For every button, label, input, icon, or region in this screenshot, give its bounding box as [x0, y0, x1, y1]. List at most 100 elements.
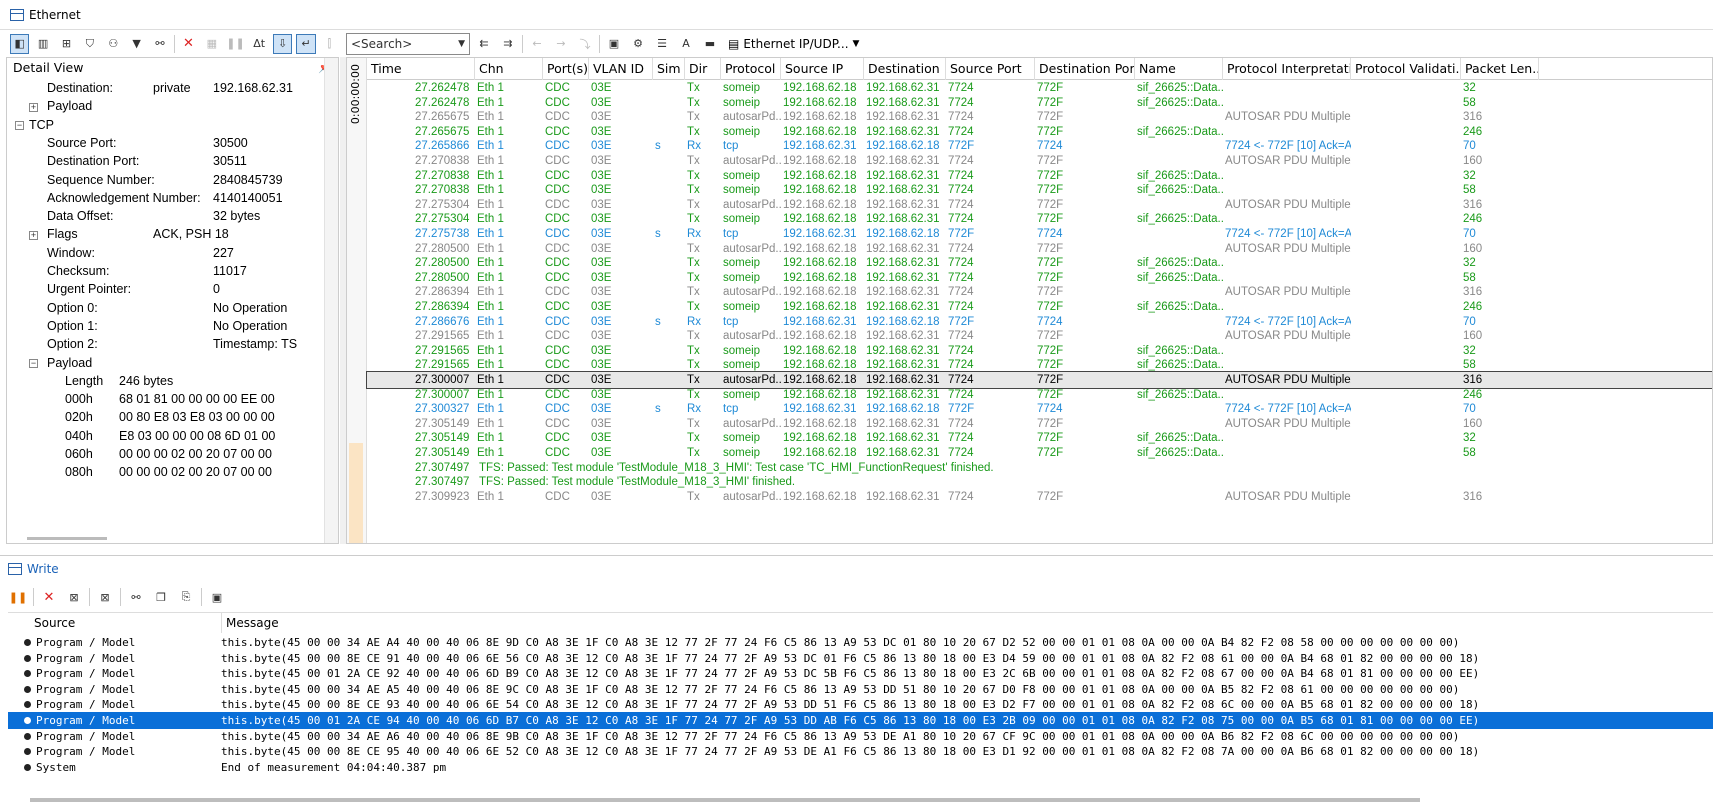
trace-row[interactable]: 27.270838 Eth 1 CDC 03E Tx autosarPd... 192.16…: [367, 153, 1712, 169]
trace-row[interactable]: + 27.270838Eth 1CDC03ETxsomeip192.168.62…: [367, 182, 1712, 198]
chevron-down-icon[interactable]: ▼: [853, 39, 860, 49]
trace-row[interactable]: + 27.262478Eth 1CDC03ETxsomeip192.168.62…: [367, 95, 1712, 111]
column-source[interactable]: Source: [30, 613, 222, 633]
trace-row[interactable]: + 27.300327Eth 1CDC03EsRxtcp192.168.62.3…: [367, 401, 1712, 417]
detail-view-icon[interactable]: ◧: [10, 33, 30, 54]
write-row[interactable]: Program / Model this.byte(45 00 00 34 AE…: [8, 681, 1713, 698]
column-header[interactable]: Destination Port: [1035, 58, 1135, 80]
trace-row[interactable]: + 27.270838Eth 1CDC03ETxsomeip192.168.62…: [367, 168, 1712, 184]
write-row[interactable]: Program / Model this.byte(45 00 00 34 AE…: [8, 728, 1713, 745]
delete-icon[interactable]: ✕: [179, 34, 198, 54]
write-row[interactable]: Program / Model this.byte(45 00 00 8E CE…: [8, 743, 1713, 760]
column-header[interactable]: Sim: [653, 58, 685, 80]
jump-icon[interactable]: ⤵: [575, 34, 595, 54]
copy-icon[interactable]: ❐: [151, 587, 171, 607]
filter-icon[interactable]: ▼: [127, 34, 146, 54]
delete-icon[interactable]: ✕: [39, 587, 59, 607]
trace-row[interactable]: + 27.305149Eth 1CDC03ETxsomeip192.168.62…: [367, 430, 1712, 446]
expand-icon[interactable]: +: [29, 102, 38, 112]
trace-row[interactable]: + 27.291565Eth 1CDC03ETxsomeip192.168.62…: [367, 357, 1712, 373]
trace-row[interactable]: 27.305149 Eth 1 CDC 03E Tx autosarPd... 192.16…: [367, 416, 1712, 432]
column-header[interactable]: Protocol: [721, 58, 781, 80]
write-row[interactable]: Program / Model this.byte(45 00 00 34 AE…: [8, 634, 1713, 651]
forward-icon[interactable]: →: [551, 34, 571, 54]
trace-row[interactable]: 27.286394 Eth 1 CDC 03E Tx autosarPd... 192.16…: [367, 284, 1712, 300]
column-header[interactable]: Time: [367, 58, 475, 80]
write-row[interactable]: Program / Model this.byte(45 00 00 8E CE…: [8, 650, 1713, 667]
expand-icon[interactable]: +: [29, 230, 38, 240]
protocol-view-combo[interactable]: ▤ Ethernet IP/UDP... ▼: [724, 37, 863, 51]
status-dot-icon: [24, 732, 31, 740]
write-row[interactable]: Program / Model this.byte(45 00 01 2A CE…: [8, 712, 1713, 729]
column-header[interactable]: Source IP: [781, 58, 864, 80]
write-row[interactable]: Program / Model this.byte(45 00 00 8E CE…: [8, 696, 1713, 713]
config-icon[interactable]: ⚙: [628, 34, 648, 54]
column-header[interactable]: Chn: [475, 58, 543, 80]
chevron-down-icon[interactable]: ▼: [458, 39, 465, 49]
pause-icon[interactable]: ❚❚: [225, 34, 245, 54]
cell-dp: 7724: [1037, 228, 1063, 240]
marker-icon[interactable]: ⫿: [320, 34, 339, 54]
binoculars-icon[interactable]: ⚯: [126, 587, 146, 607]
trace-row[interactable]: + 27.286676Eth 1CDC03EsRxtcp192.168.62.3…: [367, 314, 1712, 330]
trace-row[interactable]: + 27.291565Eth 1CDC03ETxsomeip192.168.62…: [367, 343, 1712, 359]
trace-row[interactable]: 27.265675 Eth 1 CDC 03E Tx autosarPd... 192.16…: [367, 109, 1712, 125]
find-previous-icon[interactable]: ⇇: [474, 34, 494, 54]
expand-icon[interactable]: −: [29, 358, 38, 368]
trace-row[interactable]: + 27.280500Eth 1CDC03ETxsomeip192.168.62…: [367, 270, 1712, 286]
column-header[interactable]: Name: [1135, 58, 1223, 80]
trace-row[interactable]: + 27.265675Eth 1CDC03ETxsomeip192.168.62…: [367, 124, 1712, 140]
grid-icon[interactable]: ▦: [202, 34, 221, 54]
trace-row[interactable]: 27.307497 TFS: Passed: Test module 'TestM…: [367, 474, 1712, 490]
font-icon[interactable]: A: [676, 34, 696, 54]
trace-row[interactable]: + 27.280500Eth 1CDC03ETxsomeip192.168.62…: [367, 255, 1712, 271]
chart-icon[interactable]: ▥: [33, 34, 52, 54]
column-header[interactable]: Protocol Interpretati...: [1223, 58, 1351, 80]
trace-row[interactable]: + 27.305149Eth 1CDC03ETxsomeip192.168.62…: [367, 445, 1712, 461]
trace-row[interactable]: 27.280500 Eth 1 CDC 03E Tx autosarPd... 192.16…: [367, 241, 1712, 257]
column-header[interactable]: Destination ...: [864, 58, 946, 80]
binoculars-icon[interactable]: ⚯: [150, 34, 169, 54]
trace-row[interactable]: + 27.275738Eth 1CDC03EsRxtcp192.168.62.3…: [367, 226, 1712, 242]
clear-all-icon[interactable]: ⊠: [95, 587, 115, 607]
detail-horizontal-scrollbar[interactable]: [27, 537, 107, 540]
highlight-icon[interactable]: ▬: [700, 34, 720, 54]
column-header[interactable]: Port(s): [543, 58, 589, 80]
column-header[interactable]: VLAN ID: [589, 58, 653, 80]
write-horizontal-scrollbar[interactable]: [30, 798, 1420, 802]
trace-row[interactable]: 27.307497 TFS: Passed: Test module 'TestM…: [367, 460, 1712, 476]
expand-icon[interactable]: −: [15, 120, 24, 130]
play-pause-icon[interactable]: ❚❚: [8, 587, 28, 607]
lines-icon[interactable]: ☰: [652, 34, 672, 54]
trace-row[interactable]: + 27.286394Eth 1CDC03ETxsomeip192.168.62…: [367, 299, 1712, 315]
window-layout-icon[interactable]: ▣: [207, 587, 227, 607]
window-layout-icon[interactable]: ▣: [604, 34, 624, 54]
search-input[interactable]: <Search> ▼: [346, 32, 470, 55]
column-header[interactable]: Protocol Validati...: [1351, 58, 1461, 80]
trace-row[interactable]: 27.275304 Eth 1 CDC 03E Tx autosarPd... 192.16…: [367, 197, 1712, 213]
back-icon[interactable]: ←: [527, 34, 547, 54]
trace-row[interactable]: 27.291565 Eth 1 CDC 03E Tx autosarPd... 192.16…: [367, 328, 1712, 344]
write-row[interactable]: System End of measurement 04:04:40.387 p…: [8, 759, 1713, 776]
column-header[interactable]: Packet Len...: [1461, 58, 1539, 80]
trace-row[interactable]: + 27.265866Eth 1CDC03EsRxtcp192.168.62.3…: [367, 138, 1712, 154]
detail-vertical-scrollbar[interactable]: [324, 58, 338, 543]
trace-row[interactable]: 27.309923 Eth 1 CDC 03E Tx autosarPd... 192.16…: [367, 489, 1712, 505]
autoscroll-icon[interactable]: ⇩: [272, 33, 293, 54]
column-header[interactable]: Dir: [685, 58, 721, 80]
column-header[interactable]: Source Port: [946, 58, 1035, 80]
filter-list-icon[interactable]: ⛉: [80, 34, 99, 54]
column-message[interactable]: Message: [222, 613, 1713, 633]
mask-icon[interactable]: ⚇: [104, 34, 123, 54]
find-next-icon[interactable]: ⇉: [498, 34, 518, 54]
write-row[interactable]: Program / Model this.byte(45 00 01 2A CE…: [8, 665, 1713, 682]
columns-icon[interactable]: ⊞: [57, 34, 76, 54]
trace-row[interactable]: + 27.262478Eth 1CDC03ETxsomeip192.168.62…: [367, 80, 1712, 96]
clear-icon[interactable]: ⊠: [64, 587, 84, 607]
trace-row[interactable]: 27.300007 Eth 1 CDC 03E Tx autosarPd... 192.16…: [366, 371, 1712, 389]
delta-time-icon[interactable]: Δt: [249, 34, 268, 54]
wrap-icon[interactable]: ↵: [296, 33, 316, 54]
trace-row[interactable]: + 27.275304Eth 1CDC03ETxsomeip192.168.62…: [367, 211, 1712, 227]
export-icon[interactable]: ⎘: [176, 587, 196, 607]
trace-row[interactable]: + 27.300007Eth 1CDC03ETxsomeip192.168.62…: [367, 387, 1712, 403]
